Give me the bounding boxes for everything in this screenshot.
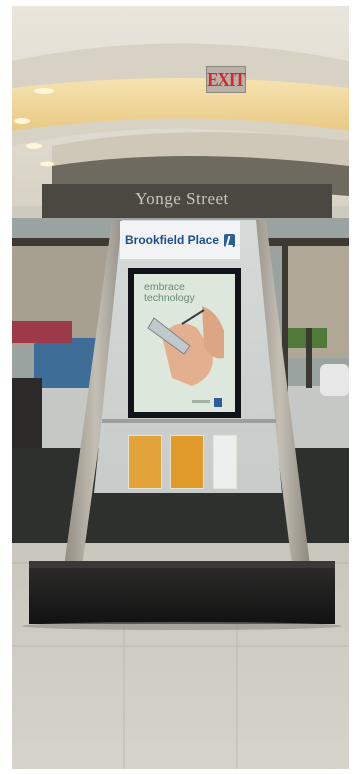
ceiling-light: [34, 88, 54, 94]
base-shadow: [22, 622, 342, 630]
brochure-shelf-divider: [102, 419, 276, 423]
parked-car: [320, 364, 349, 396]
poster-frame: embrace technology: [128, 268, 241, 418]
photo-frame: EXIT Yonge Street Brookfield Place embra…: [12, 6, 349, 769]
kiosk-base: [29, 568, 335, 624]
poster: embrace technology: [134, 274, 235, 412]
exit-sign: EXIT: [206, 66, 246, 93]
brochure: [128, 435, 162, 489]
street-name-sign: Yonge Street: [135, 189, 229, 208]
brookfield-logo-icon: [224, 233, 236, 247]
kiosk-base-top: [29, 561, 335, 569]
brand-panel: Brookfield Place: [120, 221, 240, 259]
brochure: [170, 435, 204, 489]
ceiling-light: [14, 118, 30, 124]
brand-name: Brookfield Place: [124, 233, 220, 247]
brochure: [213, 435, 237, 489]
exit-sign-text: EXIT: [207, 68, 246, 90]
ceiling-light: [40, 161, 54, 167]
trash-bin: [12, 378, 42, 448]
flower-bed: [12, 321, 72, 343]
poster-headline: embrace technology: [144, 281, 195, 304]
bollard: [306, 328, 312, 388]
ceiling-light: [26, 143, 42, 149]
